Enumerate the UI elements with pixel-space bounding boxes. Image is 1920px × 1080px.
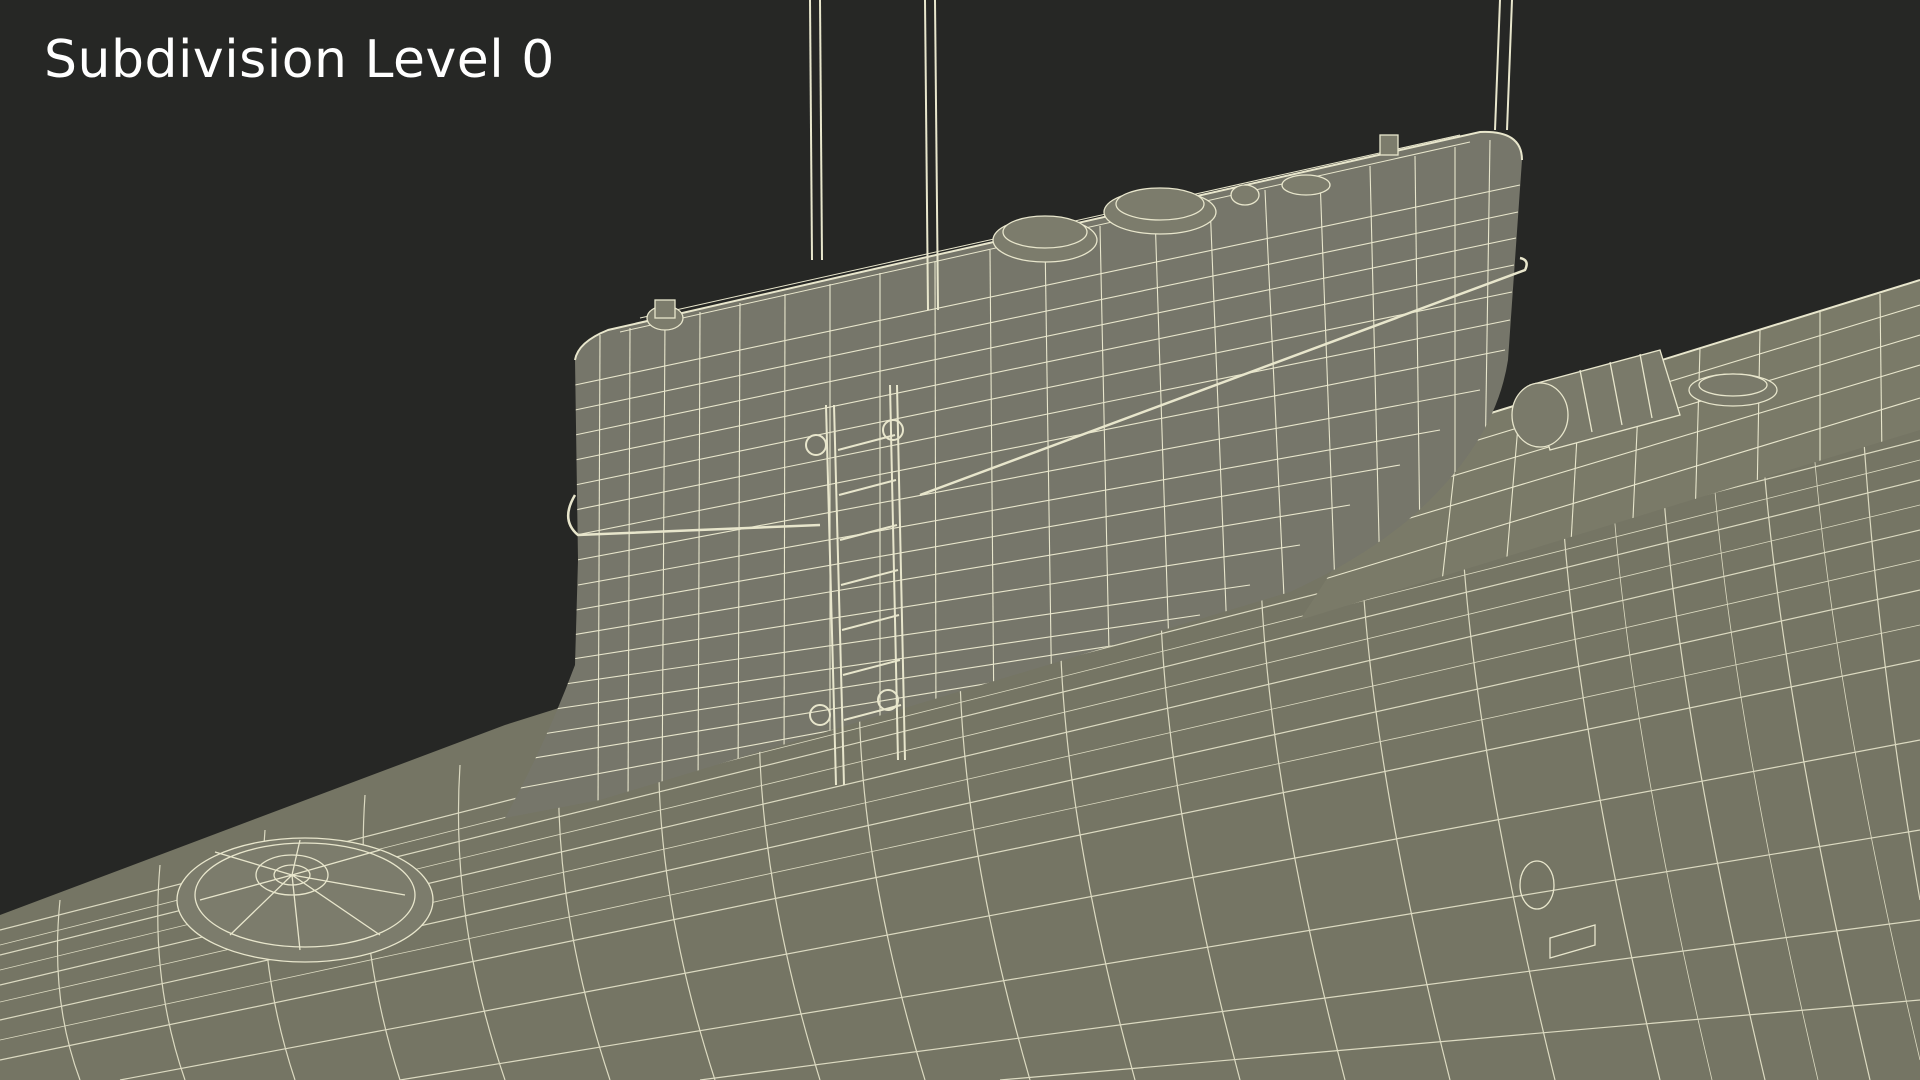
render-viewport: Subdivision Level 0 [0, 0, 1920, 1080]
subdivision-level-caption: Subdivision Level 0 [44, 30, 555, 90]
foredeck-hatch [176, 837, 434, 963]
submarine-wireframe-render [0, 0, 1920, 1080]
